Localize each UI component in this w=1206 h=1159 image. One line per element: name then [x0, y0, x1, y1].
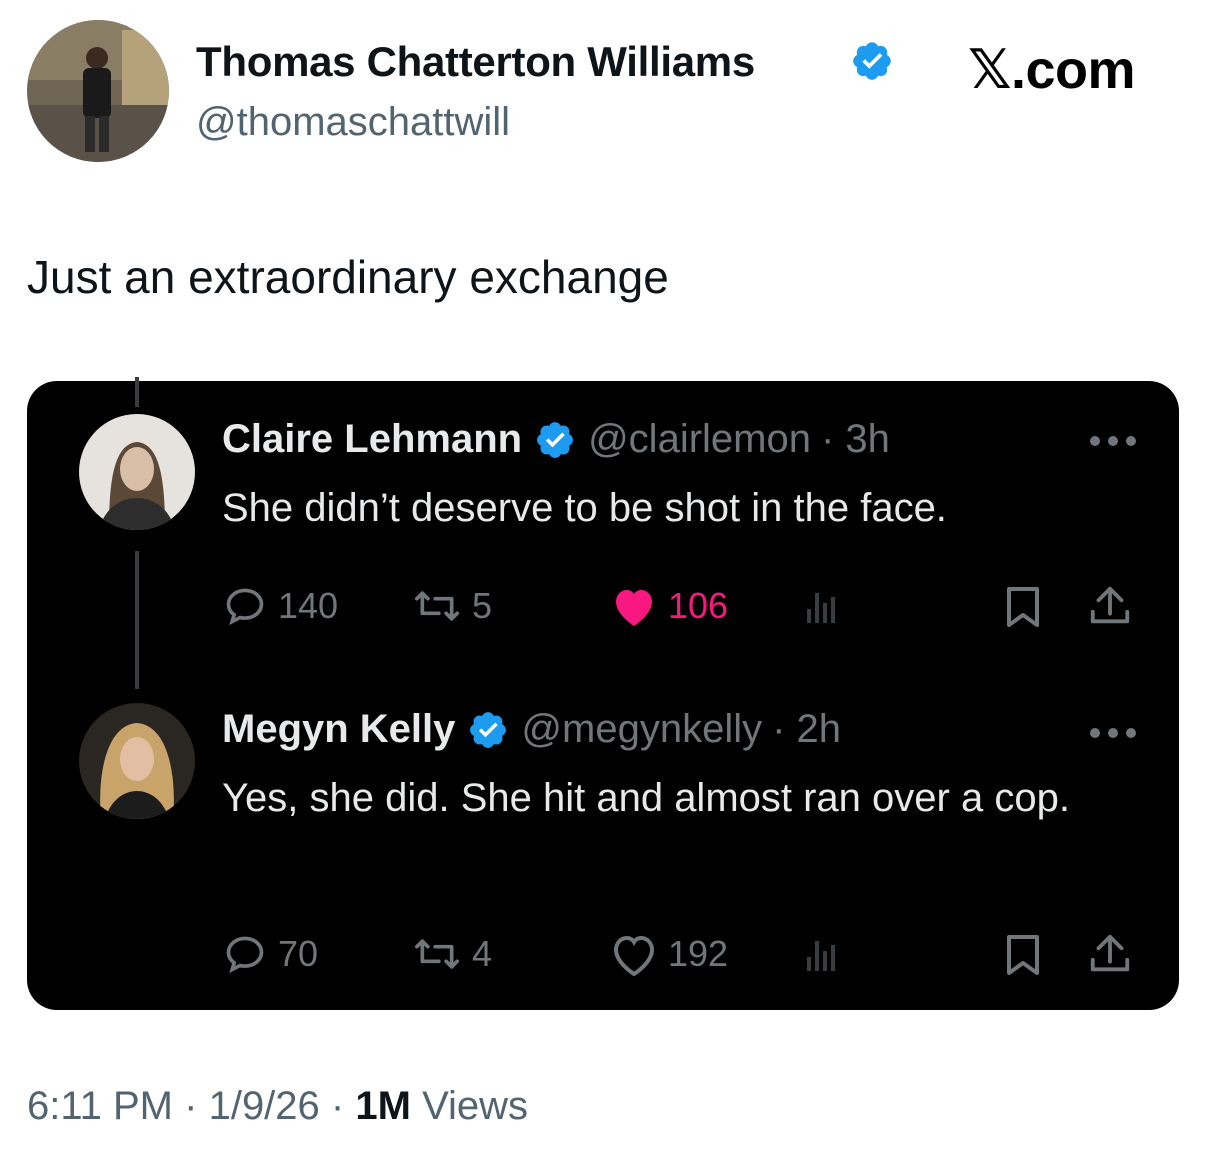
bookmark-button[interactable] [1003, 933, 1043, 977]
more-options-icon[interactable] [1089, 435, 1137, 447]
views-icon [807, 941, 835, 971]
verified-badge-icon [470, 711, 507, 748]
views-count: 1M [355, 1084, 411, 1128]
like-button[interactable]: 106 [610, 584, 728, 628]
avatar[interactable] [79, 414, 195, 530]
bookmark-icon [1007, 587, 1039, 627]
reply-author-handle[interactable]: @clairlemon [588, 417, 811, 462]
retweet-icon [415, 939, 459, 969]
tweet-text: Just an extraordinary exchange [27, 251, 669, 303]
reply-author-handle[interactable]: @megynkelly [521, 707, 762, 752]
like-icon [616, 590, 652, 626]
views-button[interactable] [807, 939, 837, 971]
avatar[interactable] [79, 703, 195, 819]
like-icon [613, 935, 655, 976]
embedded-thread: Claire Lehmann @clairlemon · 3h She didn… [27, 377, 1179, 1010]
thread-connector [135, 551, 139, 689]
bookmark-icon [1007, 935, 1039, 975]
thread-connector [135, 377, 139, 407]
reply-button[interactable]: 140 [222, 584, 338, 628]
reply-time[interactable]: · 3h [821, 417, 890, 462]
author-avatar[interactable] [27, 20, 169, 162]
tweet-time[interactable]: 6:11 PM [27, 1084, 173, 1128]
reply-header: Megyn Kelly @megynkelly · 2h [222, 707, 841, 752]
share-icon [1090, 934, 1130, 972]
reply-icon [226, 936, 264, 974]
more-options-icon[interactable] [1089, 727, 1137, 739]
author-handle[interactable]: @thomaschattwill [196, 100, 510, 145]
like-button[interactable]: 192 [610, 932, 728, 976]
reply-button[interactable]: 70 [222, 932, 318, 976]
views-icon [807, 593, 835, 623]
retweet-button[interactable]: 5 [412, 584, 492, 628]
reply-text: Yes, she did. She hit and almost ran ove… [222, 776, 1070, 820]
tweet-meta: 6:11 PM · 1/9/26 · 1M Views [27, 1084, 528, 1129]
share-button[interactable] [1087, 583, 1133, 629]
reply-author-name[interactable]: Claire Lehmann [222, 417, 522, 462]
retweet-count: 5 [472, 585, 493, 626]
reply-count: 140 [278, 585, 339, 626]
reply-time[interactable]: · 2h [772, 707, 841, 752]
retweet-button[interactable]: 4 [412, 932, 492, 976]
verified-badge-icon [853, 42, 891, 80]
retweet-icon [415, 591, 459, 621]
verified-badge-icon [537, 421, 574, 458]
reply-author-name[interactable]: Megyn Kelly [222, 707, 455, 752]
author-name[interactable]: Thomas Chatterton Williams [196, 38, 755, 86]
tweet-date[interactable]: 1/9/26 [209, 1084, 320, 1128]
views-button[interactable] [807, 591, 837, 623]
reply-text: She didn’t deserve to be shot in the fac… [222, 486, 947, 530]
site-logo: 𝕏.com [968, 40, 1136, 100]
like-count: 106 [668, 585, 729, 626]
bookmark-button[interactable] [1003, 585, 1043, 629]
share-icon [1090, 586, 1130, 624]
meta-separator: · [184, 1084, 198, 1128]
share-button[interactable] [1087, 931, 1133, 977]
reply-icon [226, 588, 264, 626]
reply-header: Claire Lehmann @clairlemon · 3h [222, 417, 890, 462]
like-count: 192 [668, 933, 729, 974]
retweet-count: 4 [472, 933, 493, 974]
reply-count: 70 [278, 933, 319, 974]
views-label: Views [422, 1084, 529, 1128]
meta-separator: · [330, 1084, 345, 1128]
